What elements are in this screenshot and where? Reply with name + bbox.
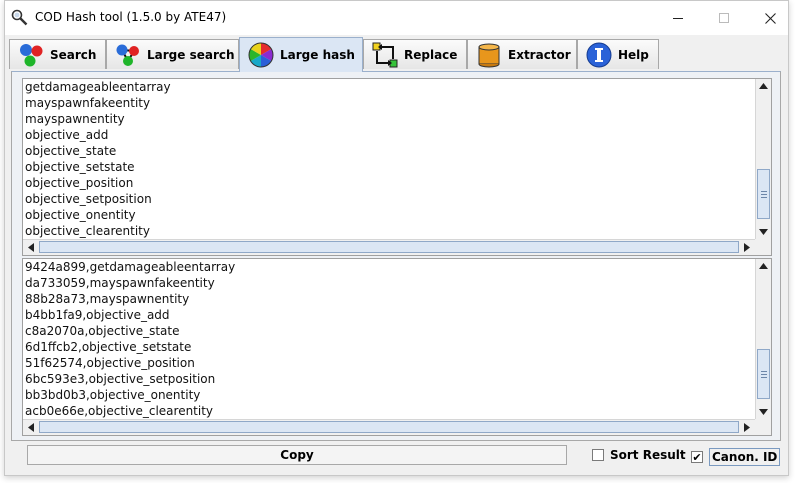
- output-list[interactable]: 9424a899,getdamageableentarray da733059,…: [25, 259, 753, 419]
- tab-search[interactable]: Search: [9, 39, 106, 69]
- output-line: acb0e66e,objective_clearentity: [25, 404, 214, 418]
- copy-button[interactable]: Copy: [27, 445, 567, 465]
- output-line: c8a2070a,objective_state: [25, 324, 180, 338]
- canon-id-label: Canon. ID: [709, 448, 781, 466]
- close-button[interactable]: [747, 1, 793, 35]
- tab-search-label: Search: [50, 47, 97, 62]
- output-line: 88b28a73,mayspawnentity: [25, 292, 190, 306]
- info-icon: [586, 42, 612, 67]
- tab-help-label: Help: [618, 47, 649, 62]
- input-horizontal-scrollbar[interactable]: [23, 239, 755, 255]
- window-title: COD Hash tool (1.5.0 by ATE47): [35, 10, 227, 24]
- output-horizontal-thumb[interactable]: [39, 421, 739, 433]
- tab-large-hash-label: Large hash: [280, 48, 355, 62]
- output-line: bb3bd0b3,objective_onentity: [25, 388, 201, 402]
- input-vertical-scrollbar[interactable]: [755, 79, 771, 239]
- input-line: objective_position: [25, 176, 134, 190]
- scroll-right-arrow-icon[interactable]: [739, 240, 755, 255]
- scroll-corner: [755, 239, 771, 255]
- tab-large-hash[interactable]: Large hash: [239, 37, 363, 72]
- sort-result-checkbox-box[interactable]: [592, 449, 604, 461]
- input-text-area[interactable]: getdamageableentarray mayspawnfakeentity…: [22, 78, 772, 256]
- output-vertical-thumb[interactable]: [757, 349, 770, 399]
- input-line: objective_setstate: [25, 160, 135, 174]
- tab-large-search-label: Large search: [147, 47, 235, 62]
- scroll-left-arrow-icon[interactable]: [23, 420, 39, 435]
- magnifier-app-icon: [11, 9, 28, 26]
- tab-extractor[interactable]: Extractor: [467, 39, 577, 69]
- colored-dots-icon: [20, 43, 43, 66]
- large-hash-panel: getdamageableentarray mayspawnfakeentity…: [11, 71, 781, 441]
- barrel-icon: [478, 43, 500, 67]
- output-text-area[interactable]: 9424a899,getdamageableentarray da733059,…: [22, 258, 772, 436]
- output-line: da733059,mayspawnfakeentity: [25, 276, 215, 290]
- input-line: objective_setposition: [25, 192, 152, 206]
- canon-id-checkbox[interactable]: ✔ Canon. ID: [691, 448, 781, 466]
- input-line: objective_state: [25, 144, 117, 158]
- input-line: objective_add: [25, 128, 109, 142]
- input-line: objective_onentity: [25, 208, 136, 222]
- scroll-up-arrow-icon[interactable]: [756, 259, 771, 273]
- canon-id-checkbox-box[interactable]: ✔: [691, 451, 703, 463]
- maximize-icon: [718, 12, 729, 23]
- colored-triangle-dots-icon: [116, 44, 139, 66]
- tab-replace-label: Replace: [404, 47, 458, 62]
- scroll-up-arrow-icon[interactable]: [756, 79, 771, 93]
- output-line: b4bb1fa9,objective_add: [25, 308, 170, 322]
- input-vertical-thumb[interactable]: [757, 169, 770, 219]
- output-line: 9424a899,getdamageableentarray: [25, 260, 236, 274]
- tab-help[interactable]: Help: [577, 39, 659, 69]
- output-line: 51f62574,objective_position: [25, 356, 195, 370]
- output-line: 6bc593e3,objective_setposition: [25, 372, 216, 386]
- output-vertical-scrollbar[interactable]: [755, 259, 771, 419]
- input-line: getdamageableentarray: [25, 80, 171, 94]
- sort-result-label: Sort Result: [610, 448, 686, 462]
- scroll-left-arrow-icon[interactable]: [23, 240, 39, 255]
- scroll-corner: [755, 419, 771, 435]
- scroll-right-arrow-icon[interactable]: [739, 420, 755, 435]
- input-line: mayspawnentity: [25, 112, 125, 126]
- close-icon: [764, 12, 776, 24]
- title-bar[interactable]: COD Hash tool (1.5.0 by ATE47): [5, 1, 788, 35]
- input-list[interactable]: getdamageableentarray mayspawnfakeentity…: [25, 79, 753, 239]
- minimize-button[interactable]: [655, 1, 701, 35]
- output-horizontal-scrollbar[interactable]: [23, 419, 755, 435]
- input-horizontal-thumb[interactable]: [39, 241, 739, 253]
- scroll-down-arrow-icon[interactable]: [756, 225, 771, 239]
- output-line: 6d1ffcb2,objective_setstate: [25, 340, 192, 354]
- tab-replace[interactable]: Replace: [363, 39, 467, 69]
- maximize-button[interactable]: [701, 1, 747, 35]
- tab-large-search[interactable]: Large search: [106, 39, 239, 69]
- input-line: objective_clearentity: [25, 224, 150, 238]
- color-wheel-icon: [248, 42, 274, 68]
- minimize-icon: [672, 17, 683, 19]
- replace-arrows-icon: [372, 42, 398, 67]
- sort-result-checkbox[interactable]: Sort Result: [592, 448, 686, 462]
- scroll-down-arrow-icon[interactable]: [756, 405, 771, 419]
- app-window: COD Hash tool (1.5.0 by ATE47) Search La…: [4, 0, 789, 476]
- tab-extractor-label: Extractor: [508, 47, 571, 62]
- input-line: mayspawnfakeentity: [25, 96, 151, 110]
